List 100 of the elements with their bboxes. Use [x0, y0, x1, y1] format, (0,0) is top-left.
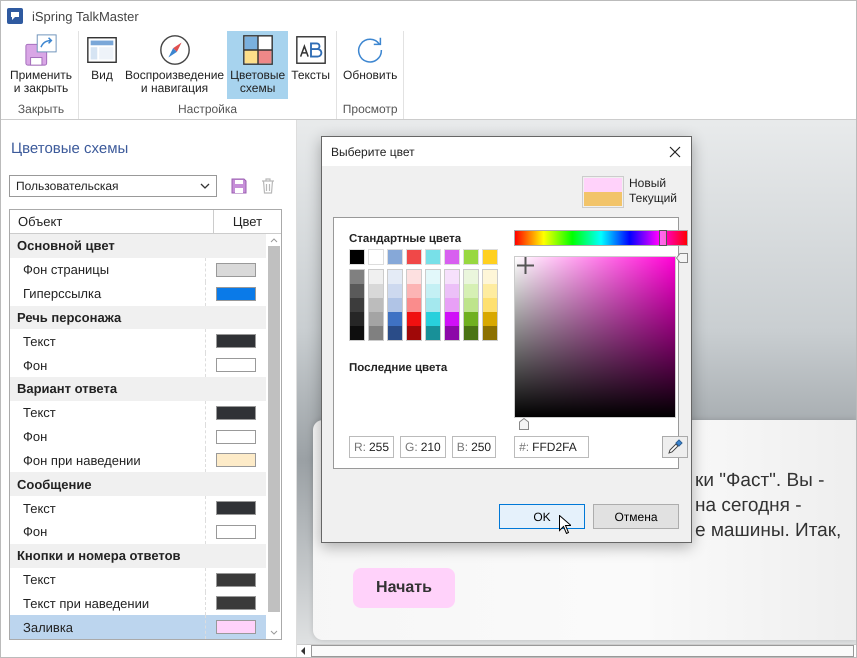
- color-swatch[interactable]: [350, 312, 364, 326]
- hue-slider[interactable]: [514, 230, 688, 246]
- color-swatch[interactable]: [388, 284, 402, 298]
- tree-item[interactable]: Гиперссылка: [10, 282, 266, 306]
- color-swatch[interactable]: [216, 524, 256, 539]
- column-header[interactable]: Объект: [10, 210, 214, 233]
- start-button[interactable]: Начать: [353, 568, 455, 608]
- scheme-dropdown[interactable]: Пользовательская: [9, 175, 217, 197]
- channel-field[interactable]: R: 255: [349, 436, 394, 458]
- color-swatch[interactable]: [216, 358, 256, 372]
- ribbon-button[interactable]: Тексты: [288, 31, 334, 99]
- color-swatch[interactable]: [216, 406, 256, 420]
- color-swatch[interactable]: [369, 312, 383, 326]
- color-swatch[interactable]: [483, 270, 497, 284]
- scroll-left-icon[interactable]: [301, 647, 306, 655]
- color-swatch[interactable]: [350, 326, 364, 340]
- group-row[interactable]: Речь персонажа: [10, 306, 266, 330]
- ribbon-button[interactable]: Вид: [82, 31, 122, 99]
- color-swatch[interactable]: [483, 326, 497, 340]
- slider-thumb[interactable]: [518, 418, 529, 430]
- color-swatch[interactable]: [369, 270, 383, 284]
- crosshair-icon[interactable]: [516, 257, 534, 274]
- color-swatch[interactable]: [426, 326, 440, 340]
- color-swatch[interactable]: [464, 312, 478, 326]
- color-swatch[interactable]: [216, 620, 256, 634]
- color-swatch[interactable]: [464, 270, 478, 284]
- color-swatch[interactable]: [388, 298, 402, 312]
- ribbon-button[interactable]: Воспроизведение и навигация: [122, 31, 228, 99]
- color-swatch[interactable]: [483, 284, 497, 298]
- color-swatch[interactable]: [216, 453, 256, 468]
- scroll-up-icon[interactable]: [270, 238, 278, 243]
- close-icon[interactable]: [669, 146, 681, 158]
- color-swatch[interactable]: [464, 298, 478, 312]
- hex-field[interactable]: #: FFD2FA: [514, 436, 590, 458]
- color-swatch[interactable]: [216, 262, 256, 277]
- slider-thumb[interactable]: [676, 252, 688, 263]
- color-swatch[interactable]: [216, 596, 256, 610]
- color-swatch[interactable]: [388, 312, 402, 326]
- color-swatch[interactable]: [464, 284, 478, 298]
- tree-item[interactable]: Фон: [10, 520, 266, 544]
- color-swatch[interactable]: [426, 284, 440, 298]
- channel-field[interactable]: B: 250: [452, 436, 496, 458]
- compass-icon: [158, 33, 192, 67]
- color-swatch[interactable]: [407, 312, 421, 326]
- color-swatch[interactable]: [369, 326, 383, 340]
- save-icon[interactable]: [231, 178, 247, 194]
- tree-item[interactable]: Фон: [10, 424, 266, 448]
- color-swatch[interactable]: [407, 326, 421, 340]
- delete-icon[interactable]: [261, 178, 275, 194]
- color-swatch[interactable]: [216, 501, 256, 516]
- horizontal-scrollbar[interactable]: [297, 644, 856, 657]
- tree-item[interactable]: Текст: [10, 496, 266, 520]
- color-swatch[interactable]: [426, 298, 440, 312]
- color-swatch[interactable]: [388, 270, 402, 284]
- tree-item[interactable]: Фон при наведении: [10, 448, 266, 472]
- color-swatch[interactable]: [407, 298, 421, 312]
- color-swatch[interactable]: [350, 298, 364, 312]
- group-row[interactable]: Основной цвет: [10, 234, 266, 258]
- ribbon-button[interactable]: Применить и закрыть: [7, 31, 76, 99]
- color-swatch[interactable]: [369, 298, 383, 312]
- color-swatch[interactable]: [426, 312, 440, 326]
- tree-item[interactable]: Фон страницы: [10, 258, 266, 282]
- ribbon-button[interactable]: Обновить: [340, 31, 400, 99]
- color-swatch[interactable]: [426, 270, 440, 284]
- dialog-button[interactable]: OK: [499, 504, 585, 529]
- group-row[interactable]: Вариант ответа: [10, 377, 266, 401]
- color-swatch[interactable]: [350, 284, 364, 298]
- color-swatch[interactable]: [216, 286, 256, 301]
- dialog-button[interactable]: Отмена: [593, 504, 679, 529]
- color-swatch[interactable]: [216, 572, 256, 587]
- color-swatch[interactable]: [445, 312, 459, 326]
- color-swatch[interactable]: [464, 326, 478, 340]
- tree-item[interactable]: Текст при наведении: [10, 592, 266, 616]
- group-row[interactable]: Сообщение: [10, 472, 266, 496]
- tree-item[interactable]: Фон: [10, 353, 266, 377]
- color-swatch[interactable]: [407, 284, 421, 298]
- color-swatch[interactable]: [350, 270, 364, 284]
- ribbon-button[interactable]: Цветовые схемы: [227, 31, 288, 99]
- tree-item[interactable]: Текст: [10, 568, 266, 592]
- color-swatch[interactable]: [445, 270, 459, 284]
- color-swatch[interactable]: [483, 312, 497, 326]
- color-swatch[interactable]: [445, 298, 459, 312]
- scroll-down-icon[interactable]: [270, 630, 278, 635]
- group-row[interactable]: Кнопки и номера ответов: [10, 544, 266, 568]
- tree-item[interactable]: Текст: [10, 400, 266, 425]
- column-header[interactable]: Цвет: [214, 214, 281, 229]
- color-swatch[interactable]: [216, 430, 256, 444]
- color-swatch[interactable]: [407, 270, 421, 284]
- tree-item[interactable]: Заливка: [10, 615, 266, 640]
- color-swatch[interactable]: [483, 298, 497, 312]
- eyedropper-button[interactable]: [662, 436, 688, 458]
- tree-item[interactable]: Текст: [10, 329, 266, 354]
- channel-field[interactable]: G: 210: [400, 436, 446, 458]
- color-swatch[interactable]: [216, 334, 256, 348]
- color-swatch[interactable]: [445, 284, 459, 298]
- color-swatch[interactable]: [445, 326, 459, 340]
- color-spectrum-square[interactable]: [514, 256, 676, 418]
- color-swatch[interactable]: [388, 326, 402, 340]
- color-swatch[interactable]: [369, 284, 383, 298]
- slider-thumb[interactable]: [658, 230, 667, 246]
